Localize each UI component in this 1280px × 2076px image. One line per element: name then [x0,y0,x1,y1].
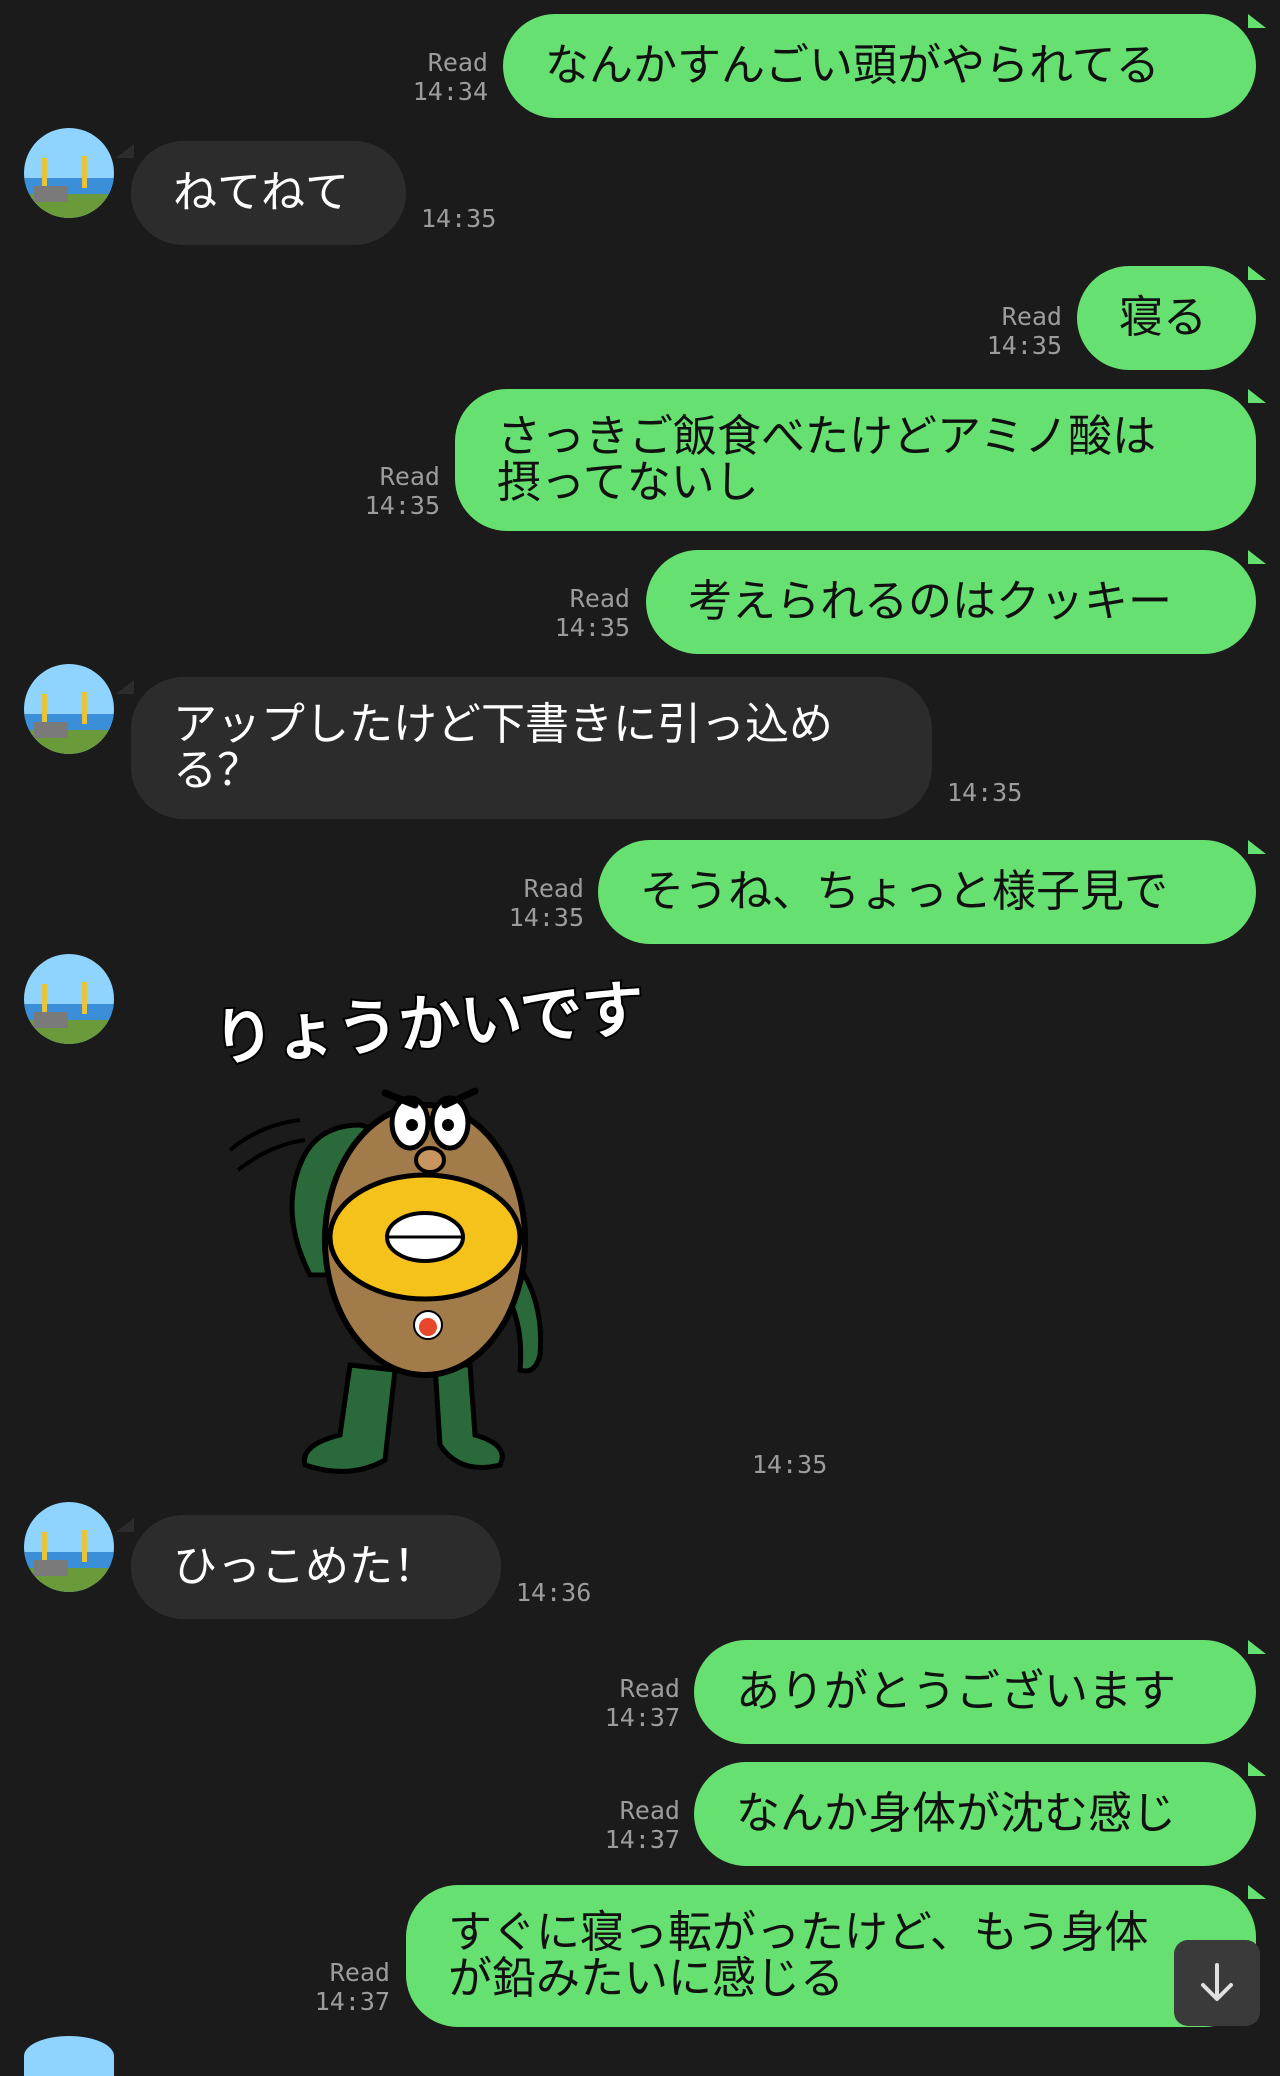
contact-avatar[interactable] [24,954,114,1044]
message-meta: Read 14:35 [476,874,584,932]
message-time: 14:37 [314,1987,390,2016]
contact-avatar-partial[interactable] [24,2036,114,2076]
message-time: 14:35 [752,1450,828,1479]
bubble-tail [1248,1640,1266,1654]
message-bubble[interactable]: アップしたけど下書きに引っ込め る？ [131,677,932,819]
message-meta: Read 14:35 [954,302,1062,360]
bubble-tail [1248,389,1266,403]
read-status: Read [569,584,630,613]
message-meta: Read 14:37 [572,1796,680,1854]
message-bubble[interactable]: ありがとうございます [694,1640,1256,1744]
message-time: 14:35 [947,778,1023,807]
message-bubble[interactable]: なんか身体が沈む感じ [694,1762,1256,1866]
message-bubble[interactable]: なんかすんごい頭がやられてる [503,14,1256,118]
bubble-tail [116,1518,134,1532]
message-bubble[interactable]: すぐに寝っ転がったけど、もう身体 が鉛みたいに感じる [406,1885,1256,2027]
bubble-tail [1248,1762,1266,1776]
message-time: 14:37 [604,1825,680,1854]
bubble-tail [1248,550,1266,564]
read-status: Read [1001,302,1062,331]
message-time: 14:36 [516,1578,592,1607]
avatar-image [24,1502,114,1592]
bubble-tail [1248,1885,1266,1899]
message-meta: Read 14:37 [572,1674,680,1732]
read-status: Read [619,1796,680,1825]
bubble-tail [116,680,134,694]
avatar-image [24,664,114,754]
bubble-tail [116,144,134,158]
message-time: 14:34 [412,77,488,106]
read-status: Read [329,1958,390,1987]
message-bubble[interactable]: 考えられるのはクッキー [646,550,1256,654]
message-time: 14:35 [508,903,584,932]
read-status: Read [379,462,440,491]
bubble-tail [1248,266,1266,280]
sticker-image: りょうかいです [208,970,649,1474]
message-time: 14:35 [364,491,440,520]
read-status: Read [427,48,488,77]
message-bubble[interactable]: そうね、ちょっと様子見で [598,840,1256,944]
message-bubble[interactable]: さっきご飯食べたけどアミノ酸は 摂ってないし [455,389,1256,531]
chat-thread[interactable]: Read 14:34 なんかすんごい頭がやられてる ねてねて 14:35 Rea… [0,0,1280,2076]
scroll-to-bottom-button[interactable] [1174,1940,1260,2026]
message-time: 14:35 [421,204,497,233]
message-meta: Read 14:35 [522,584,630,642]
read-status: Read [619,1674,680,1703]
message-meta: Read 14:34 [380,48,488,106]
message-bubble[interactable]: 寝る [1077,266,1256,370]
message-time: 14:35 [986,331,1062,360]
contact-avatar[interactable] [24,664,114,754]
contact-avatar[interactable] [24,1502,114,1592]
bubble-tail [1248,840,1266,854]
avatar-image [24,128,114,218]
message-bubble[interactable]: ねてねて [131,141,406,245]
avatar-image [24,954,114,1044]
bubble-tail [1248,14,1266,28]
message-bubble[interactable]: ひっこめた！ [131,1515,501,1619]
message-meta: Read 14:37 [282,1958,390,2016]
sticker-caption: りょうかいです [210,975,646,1075]
read-status: Read [523,874,584,903]
contact-avatar[interactable] [24,128,114,218]
message-time: 14:37 [604,1703,680,1732]
arrow-down-icon [1201,1963,1233,2001]
message-meta: Read 14:35 [332,462,440,520]
sticker[interactable]: りょうかいです [200,970,670,1480]
message-time: 14:35 [554,613,630,642]
